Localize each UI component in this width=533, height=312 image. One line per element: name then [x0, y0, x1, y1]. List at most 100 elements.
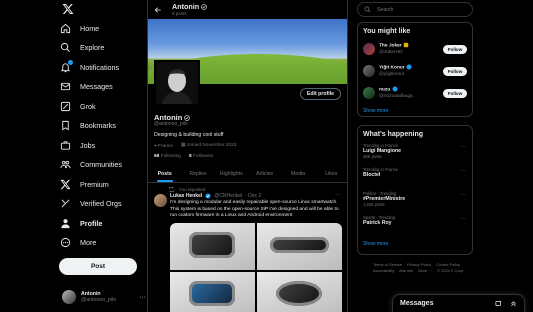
- x-logo-icon[interactable]: [62, 3, 74, 15]
- nav-verified-orgs[interactable]: Verified Orgs: [60, 196, 122, 212]
- who-to-follow-title: You might like: [363, 28, 411, 35]
- nav-label: Profile: [80, 218, 103, 228]
- main-column: Antonin 8 posts Edit profile Antonin @an…: [148, 0, 348, 312]
- tab-likes[interactable]: Likes: [315, 166, 347, 182]
- show-more-link[interactable]: Show more: [358, 237, 472, 252]
- search-icon: [60, 42, 71, 53]
- profile-photo: [156, 62, 198, 104]
- follow-button[interactable]: Follow: [443, 88, 467, 98]
- tweet-date[interactable]: · Dec 2: [245, 193, 261, 199]
- tab-articles[interactable]: Articles: [248, 166, 281, 182]
- more-circle-icon: [60, 237, 71, 248]
- nav-premium[interactable]: Premium: [60, 176, 109, 192]
- tab-replies[interactable]: Replies: [181, 166, 214, 182]
- avatar: [363, 87, 375, 99]
- media-image[interactable]: [257, 271, 342, 312]
- trends-card: What's happening Trending in France Luig…: [357, 125, 473, 255]
- tweet-more-icon[interactable]: ···: [335, 192, 341, 198]
- nav-communities[interactable]: Communities: [60, 157, 122, 173]
- grok-icon: [60, 101, 71, 112]
- edit-profile-button[interactable]: Edit profile: [299, 88, 341, 100]
- footer-link[interactable]: Privacy Policy: [407, 262, 431, 267]
- nav-label: Verified Orgs: [80, 199, 122, 208]
- repost-indicator: You reposted: [168, 186, 205, 193]
- trend-more-icon[interactable]: ···: [460, 192, 466, 198]
- nav-explore[interactable]: Explore: [60, 40, 104, 56]
- profile-avatar[interactable]: [154, 60, 200, 106]
- media-image[interactable]: [170, 271, 255, 312]
- tweet-media[interactable]: [170, 223, 342, 312]
- compose-message-icon[interactable]: [495, 300, 502, 307]
- nav-label: Jobs: [80, 140, 96, 150]
- nav-profile[interactable]: Profile: [60, 215, 102, 231]
- nav-notifications[interactable]: Notifications: [60, 59, 119, 75]
- home-icon: [60, 23, 71, 34]
- profile-bio: Designing & building cool stuff: [154, 132, 224, 138]
- footer-links: Terms of Service Privacy Policy Cookie P…: [373, 262, 473, 274]
- nav-label: Notifications: [80, 62, 120, 72]
- profile-meta: ⌖ France ▦ Joined November 2023: [154, 143, 236, 149]
- search-icon: [364, 6, 371, 13]
- footer-link[interactable]: Ads info: [399, 268, 413, 273]
- verified-badge-icon: [201, 4, 207, 10]
- suggestion-item[interactable]: The Joker @JokerHD Follow: [358, 38, 472, 60]
- notification-dot: [68, 59, 73, 65]
- repost-icon: [168, 186, 175, 193]
- briefcase-icon: [60, 140, 71, 151]
- back-arrow-icon[interactable]: [154, 6, 162, 14]
- footer-link[interactable]: Terms of Service: [373, 262, 402, 267]
- followers-link[interactable]: 8 Followers: [189, 154, 214, 159]
- trend-item[interactable]: Politics · Trending #PremierMinistre 1,9…: [358, 189, 472, 213]
- trend-item[interactable]: Trending in France Luigi Mangione 46K po…: [358, 141, 472, 165]
- follow-button[interactable]: Follow: [443, 44, 467, 54]
- footer-link[interactable]: More ···: [418, 268, 432, 273]
- media-image[interactable]: [170, 223, 255, 270]
- tweet-author[interactable]: Lukas Henkel: [170, 193, 202, 199]
- left-sidebar: Home Explore Notifications Messages Grok…: [0, 0, 148, 312]
- messages-label: Messages: [400, 300, 434, 307]
- account-switcher[interactable]: Antonin @antonoo_pilo ···: [62, 289, 146, 305]
- nav-jobs[interactable]: Jobs: [60, 137, 95, 153]
- verified-badge-icon: [406, 64, 412, 70]
- nav-home[interactable]: Home: [60, 20, 99, 36]
- messages-drawer[interactable]: Messages: [392, 294, 525, 312]
- nav-label: Explore: [80, 43, 105, 52]
- trend-item[interactable]: Trending in France Bloctel ···: [358, 165, 472, 189]
- suggestion-item[interactable]: Yiğit Konur @yigitkonur Follow: [358, 60, 472, 82]
- trend-item[interactable]: Sports · Trending Patrick Roy ···: [358, 213, 472, 237]
- suggestion-item[interactable]: nuzu @nuzuatalbuga Follow: [358, 82, 472, 104]
- following-link[interactable]: 68 Following: [154, 154, 181, 159]
- right-sidebar: Search You might like The Joker @JokerHD…: [357, 0, 474, 312]
- chevron-up-icon[interactable]: [510, 300, 517, 307]
- tab-highlights[interactable]: Highlights: [215, 166, 248, 182]
- account-more-icon[interactable]: ···: [139, 294, 146, 301]
- who-to-follow-card: You might like The Joker @JokerHD Follow…: [357, 22, 473, 117]
- nav-label: Bookmarks: [80, 121, 116, 130]
- header-name: Antonin: [172, 2, 200, 11]
- tweet-handle[interactable]: @CNHenkel: [214, 193, 242, 199]
- follow-stats: 68 Following 8 Followers: [154, 154, 214, 159]
- tab-posts[interactable]: Posts: [148, 166, 181, 182]
- profile-header: Antonin 8 posts: [148, 0, 347, 19]
- nav-bookmarks[interactable]: Bookmarks: [60, 118, 116, 134]
- nav-label: Premium: [80, 179, 109, 189]
- trend-more-icon[interactable]: ···: [460, 144, 466, 150]
- tab-media[interactable]: Media: [281, 166, 314, 182]
- trend-more-icon[interactable]: ···: [460, 168, 466, 174]
- media-image[interactable]: [257, 223, 342, 270]
- nav-more[interactable]: More: [60, 235, 96, 251]
- nav-messages[interactable]: Messages: [60, 79, 113, 95]
- trend-more-icon[interactable]: ···: [460, 216, 466, 222]
- post-button[interactable]: Post: [59, 258, 137, 275]
- tweet-avatar[interactable]: [154, 194, 167, 207]
- profile-tabs: Posts Replies Highlights Articles Media …: [148, 166, 347, 183]
- tweet-header: Lukas Henkel @CNHenkel · Dec 2: [170, 193, 261, 199]
- show-more-link[interactable]: Show more: [358, 104, 472, 119]
- nav-grok[interactable]: Grok: [60, 98, 96, 114]
- search-input[interactable]: Search: [357, 2, 473, 17]
- calendar-icon: ▦: [180, 143, 186, 148]
- footer-link[interactable]: Cookie Policy: [436, 262, 460, 267]
- footer-link[interactable]: Accessibility: [373, 268, 394, 273]
- verified-badge-icon: [205, 193, 211, 199]
- follow-button[interactable]: Follow: [443, 66, 467, 76]
